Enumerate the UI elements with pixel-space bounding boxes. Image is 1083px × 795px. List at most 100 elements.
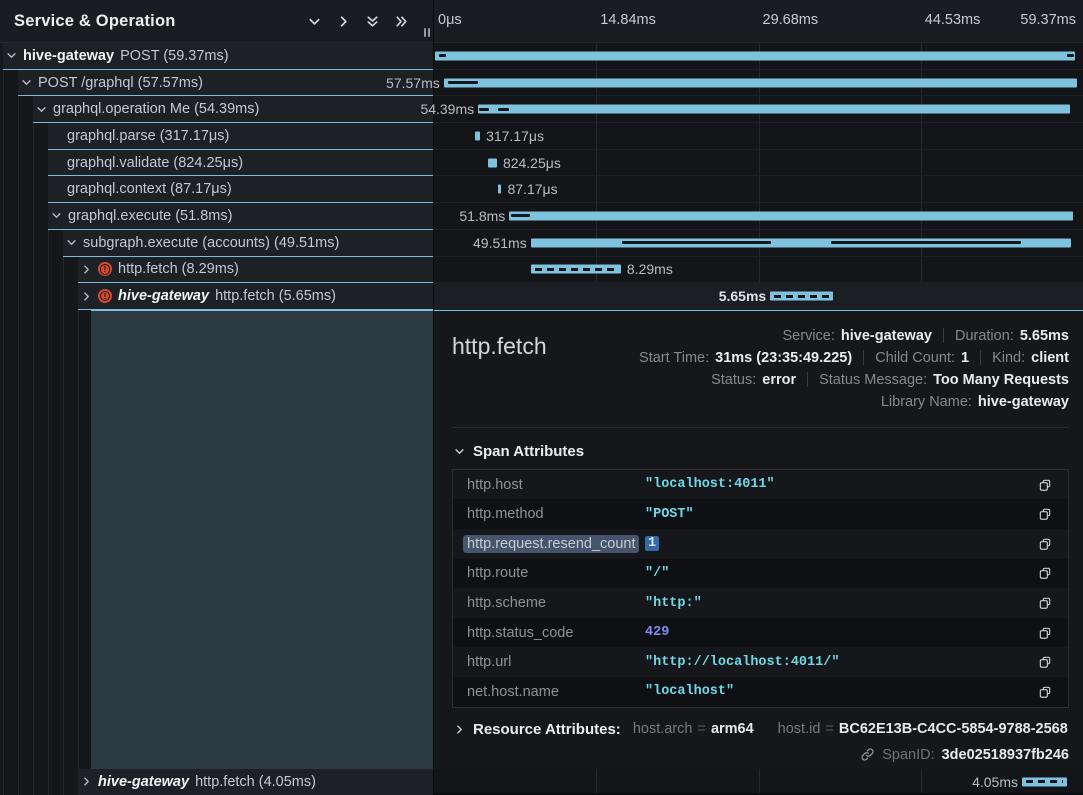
chevron-down-icon[interactable] bbox=[306, 13, 322, 29]
tree-row[interactable]: graphql.context (87.17μs) bbox=[48, 176, 433, 203]
tree-row[interactable]: hive-gatewayhttp.fetch (5.65ms) bbox=[78, 283, 433, 310]
attribute-row: http.request.resend_count1 bbox=[453, 529, 1068, 559]
timeline-row[interactable]: 317.17μs bbox=[434, 123, 1083, 150]
tree-row[interactable]: POST /graphql (57.57ms) bbox=[18, 70, 433, 97]
span-bar[interactable] bbox=[509, 211, 1073, 220]
span-detail-panel: http.fetch Service:hive-gatewayDuration:… bbox=[434, 310, 1083, 769]
span-bar[interactable] bbox=[770, 292, 833, 301]
copy-icon[interactable] bbox=[1036, 535, 1054, 553]
child-span-marker bbox=[479, 108, 489, 111]
tree-row[interactable]: graphql.operation Me (54.39ms) bbox=[33, 96, 433, 123]
tree-rows: hive-gatewayPOST (59.37ms)POST /graphql … bbox=[0, 43, 433, 310]
time-tick-label: 29.68ms bbox=[763, 12, 819, 28]
span-bar[interactable] bbox=[435, 51, 1075, 60]
double-chevron-right-icon[interactable] bbox=[393, 13, 409, 29]
chevron-right-icon[interactable] bbox=[81, 776, 92, 787]
chevron-down-icon[interactable] bbox=[6, 50, 17, 61]
tree-row[interactable]: subgraph.execute (accounts) (49.51ms) bbox=[63, 230, 433, 257]
child-span-marker bbox=[498, 108, 508, 111]
service-name: hive-gateway bbox=[118, 288, 209, 304]
span-meta-line: Service:hive-gatewayDuration:5.65ms bbox=[783, 325, 1070, 347]
span-bar[interactable] bbox=[498, 185, 501, 194]
resource-attributes-title: Resource Attributes: bbox=[473, 721, 621, 738]
error-icon bbox=[98, 289, 112, 303]
attribute-key: http.route bbox=[467, 565, 645, 581]
timeline-row[interactable]: 57.57ms bbox=[434, 70, 1083, 97]
attribute-row: http.url"http://localhost:4011/" bbox=[453, 647, 1068, 677]
meta-label: Status: bbox=[711, 372, 756, 388]
duration-label: 49.51ms bbox=[473, 235, 527, 251]
panel-resize-handle[interactable] bbox=[424, 28, 430, 37]
span-bar[interactable] bbox=[444, 78, 1077, 87]
meta-value: 5.65ms bbox=[1020, 328, 1069, 344]
copy-icon[interactable] bbox=[1036, 594, 1054, 612]
span-name: subgraph.execute (accounts) (49.51ms) bbox=[83, 235, 339, 251]
time-tick-label: 59.37ms bbox=[1020, 12, 1076, 28]
timeline-row[interactable]: 87.17μs bbox=[434, 176, 1083, 203]
attribute-row: http.status_code429 bbox=[453, 618, 1068, 648]
double-chevron-down-icon[interactable] bbox=[364, 13, 380, 29]
span-attributes-table: http.host"localhost:4011"http.method"POS… bbox=[452, 469, 1069, 708]
meta-label: Library Name: bbox=[881, 394, 972, 410]
divider bbox=[980, 350, 981, 365]
span-attributes-header[interactable]: Span Attributes bbox=[454, 443, 1069, 460]
tree-row[interactable]: graphql.validate (824.25μs) bbox=[48, 150, 433, 177]
copy-icon[interactable] bbox=[1036, 624, 1054, 642]
attribute-key: http.status_code bbox=[467, 625, 645, 641]
timeline-row[interactable]: 51.8ms bbox=[434, 203, 1083, 230]
panel-title: Service & Operation bbox=[14, 12, 306, 31]
attribute-row: http.host"localhost:4011" bbox=[453, 470, 1068, 500]
chevron-down-icon[interactable] bbox=[36, 104, 47, 115]
span-bar[interactable] bbox=[488, 158, 497, 167]
timeline-row[interactable]: 54.39ms bbox=[434, 96, 1083, 123]
copy-icon[interactable] bbox=[1036, 683, 1054, 701]
timeline-row[interactable] bbox=[434, 43, 1083, 70]
tree-header: Service & Operation bbox=[0, 0, 433, 43]
span-meta-line: Start Time:31ms (23:35:49.225)Child Coun… bbox=[639, 347, 1069, 369]
equals-sign: = bbox=[825, 721, 833, 737]
chevron-right-icon[interactable] bbox=[81, 291, 92, 302]
link-icon[interactable] bbox=[860, 747, 875, 762]
time-tick-label: 0μs bbox=[438, 12, 462, 28]
tree-row[interactable]: hive-gatewayPOST (59.37ms) bbox=[3, 43, 433, 70]
span-name: graphql.validate (824.25μs) bbox=[67, 155, 243, 171]
copy-icon[interactable] bbox=[1036, 505, 1054, 523]
span-bar[interactable] bbox=[531, 238, 1071, 247]
attribute-value: "POST" bbox=[645, 507, 694, 522]
resource-attributes-row[interactable]: Resource Attributes: host.arch = arm64 h… bbox=[452, 721, 1069, 738]
attribute-key: http.host bbox=[467, 477, 645, 493]
span-bar[interactable] bbox=[478, 105, 1070, 114]
timeline-row[interactable]: 5.65ms bbox=[434, 283, 1083, 310]
chevron-down-icon[interactable] bbox=[21, 77, 32, 88]
chevron-down-icon[interactable] bbox=[51, 210, 62, 221]
timeline-row[interactable]: 49.51ms bbox=[434, 230, 1083, 257]
chevron-down-icon bbox=[454, 446, 465, 457]
timeline-ruler: 0μs14.84ms29.68ms44.53ms59.37ms bbox=[434, 0, 1083, 43]
span-meta-line: Library Name:hive-gateway bbox=[881, 391, 1069, 413]
tree-row[interactable]: hive-gatewayhttp.fetch (4.05ms) bbox=[78, 769, 433, 795]
chevron-down-icon[interactable] bbox=[66, 237, 77, 248]
span-bar[interactable] bbox=[531, 265, 621, 274]
time-tick-label: 44.53ms bbox=[925, 12, 981, 28]
attribute-row: http.route"/" bbox=[453, 559, 1068, 589]
duration-label: 317.17μs bbox=[486, 128, 544, 144]
chevron-right-icon[interactable] bbox=[81, 264, 92, 275]
copy-icon[interactable] bbox=[1036, 653, 1054, 671]
timeline-row[interactable]: 8.29ms bbox=[434, 257, 1083, 284]
tree-row[interactable]: graphql.parse (317.17μs) bbox=[48, 123, 433, 150]
copy-icon[interactable] bbox=[1036, 564, 1054, 582]
span-bar[interactable] bbox=[475, 131, 480, 140]
child-span-marker bbox=[448, 81, 478, 84]
meta-label: Service: bbox=[783, 328, 835, 344]
chevron-right-icon[interactable] bbox=[335, 13, 351, 29]
tree-row[interactable]: graphql.execute (51.8ms) bbox=[48, 203, 433, 230]
timeline-row[interactable]: 824.25μs bbox=[434, 150, 1083, 177]
child-span-marker bbox=[831, 241, 1021, 244]
meta-value: error bbox=[762, 372, 796, 388]
copy-icon[interactable] bbox=[1036, 476, 1054, 494]
span-bar[interactable] bbox=[1022, 777, 1067, 786]
timeline-row[interactable]: 4.05ms bbox=[434, 769, 1083, 795]
attribute-value: "http://localhost:4011/" bbox=[645, 655, 839, 670]
tree-row[interactable]: http.fetch (8.29ms) bbox=[78, 257, 433, 284]
span-name: graphql.execute (51.8ms) bbox=[68, 208, 232, 224]
